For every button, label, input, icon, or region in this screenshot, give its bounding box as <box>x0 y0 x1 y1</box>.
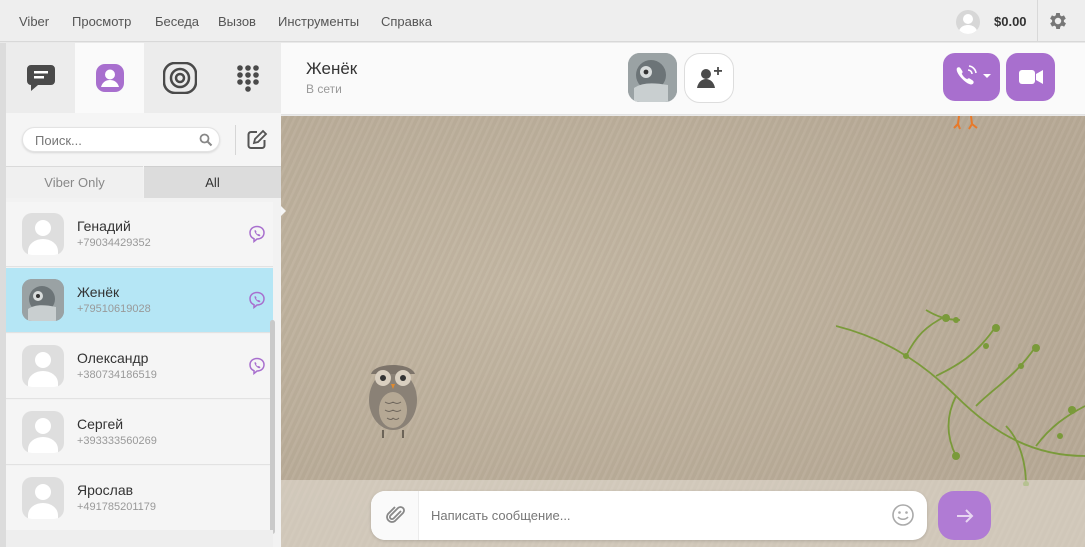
contact-phone: +79034429352 <box>77 237 151 249</box>
search-icon <box>199 133 213 147</box>
contact-phone: +393333560269 <box>77 435 157 447</box>
menu-conversation[interactable]: Беседа <box>155 14 199 29</box>
search-input[interactable] <box>35 132 195 148</box>
selection-caret <box>281 206 286 216</box>
menu-tools[interactable]: Инструменты <box>278 14 359 29</box>
contact-phone: +491785201179 <box>77 501 157 513</box>
avatar <box>22 213 64 255</box>
chat-bubble-icon <box>27 65 55 91</box>
contact-row[interactable]: Сергей +393333560269 <box>6 400 273 465</box>
viber-icon <box>249 291 265 309</box>
call-button[interactable] <box>943 53 1000 101</box>
menu-view[interactable]: Просмотр <box>72 14 131 29</box>
contact-row[interactable]: Женёк +79510619028 <box>6 268 273 333</box>
chat-header: Женёк В сети <box>281 43 1085 115</box>
sidebar-nav <box>6 43 281 113</box>
compose-divider <box>235 125 236 155</box>
avatar <box>22 345 64 387</box>
menu-call[interactable]: Вызов <box>218 14 256 29</box>
viber-icon <box>249 357 265 375</box>
account-avatar[interactable] <box>956 10 980 34</box>
smiley-icon[interactable] <box>891 503 915 527</box>
gear-icon[interactable] <box>1047 10 1069 32</box>
contact-phone: +79510619028 <box>77 303 151 315</box>
menu-help[interactable]: Справка <box>381 14 432 29</box>
balance-amount[interactable]: $0.00 <box>994 14 1027 29</box>
menu-bar: Viber Просмотр Беседа Вызов Инструменты … <box>0 0 1085 42</box>
add-participant-button[interactable] <box>684 53 734 103</box>
tab-chats[interactable] <box>6 43 75 113</box>
contact-row[interactable]: Генадий +79034429352 <box>6 202 273 267</box>
send-button[interactable] <box>938 491 991 540</box>
sidebar-edge <box>0 43 6 547</box>
filter-tabs: Viber Only All <box>6 166 281 198</box>
chat-avatar[interactable] <box>628 53 677 102</box>
contact-list-scrollbar[interactable] <box>270 320 275 534</box>
avatar <box>22 279 64 321</box>
search-box[interactable] <box>22 127 220 152</box>
chat-background <box>281 116 1085 547</box>
contact-row[interactable]: Ярослав +491785201179 <box>6 466 273 531</box>
chat-title: Женёк <box>306 59 358 78</box>
bird-decoration <box>953 116 978 130</box>
filter-viber-only[interactable]: Viber Only <box>6 166 143 198</box>
contact-name: Женёк <box>77 284 120 300</box>
public-accounts-icon <box>163 62 197 94</box>
menu-divider <box>1037 0 1038 42</box>
contact-row[interactable]: Олександр +380734186519 <box>6 334 273 399</box>
add-user-icon <box>697 67 722 88</box>
arrow-right-icon <box>957 509 974 523</box>
tab-contacts[interactable] <box>75 43 144 113</box>
more-contacts-row <box>6 530 273 547</box>
contact-name: Олександр <box>77 350 149 366</box>
paperclip-icon <box>386 506 405 523</box>
tab-public-accounts[interactable] <box>144 43 213 113</box>
sidebar: Viber Only All Генадий +79034429352 <box>0 43 281 547</box>
message-composer <box>371 491 927 540</box>
contacts-icon <box>96 64 124 92</box>
compose-icon[interactable] <box>246 129 268 151</box>
dialpad-icon <box>237 65 259 92</box>
chat-status: В сети <box>306 82 342 96</box>
avatar <box>22 477 64 519</box>
contact-phone: +380734186519 <box>77 369 157 381</box>
viber-icon <box>249 225 265 243</box>
menu-viber[interactable]: Viber <box>19 14 49 29</box>
message-input[interactable] <box>431 506 871 524</box>
video-camera-icon <box>1019 70 1043 84</box>
contact-name: Генадий <box>77 218 131 234</box>
contact-list: Генадий +79034429352 Женёк +79510619028 <box>6 202 281 547</box>
phone-call-icon <box>956 65 991 85</box>
tab-dialpad[interactable] <box>213 43 282 113</box>
filter-all[interactable]: All <box>144 166 281 198</box>
avatar <box>22 411 64 453</box>
contact-name: Сергей <box>77 416 124 432</box>
search-area <box>6 113 281 169</box>
owl-decoration <box>369 365 417 438</box>
contact-name: Ярослав <box>77 482 134 498</box>
attach-button[interactable] <box>371 491 419 540</box>
video-call-button[interactable] <box>1006 53 1055 101</box>
branch-decoration <box>836 309 1085 486</box>
